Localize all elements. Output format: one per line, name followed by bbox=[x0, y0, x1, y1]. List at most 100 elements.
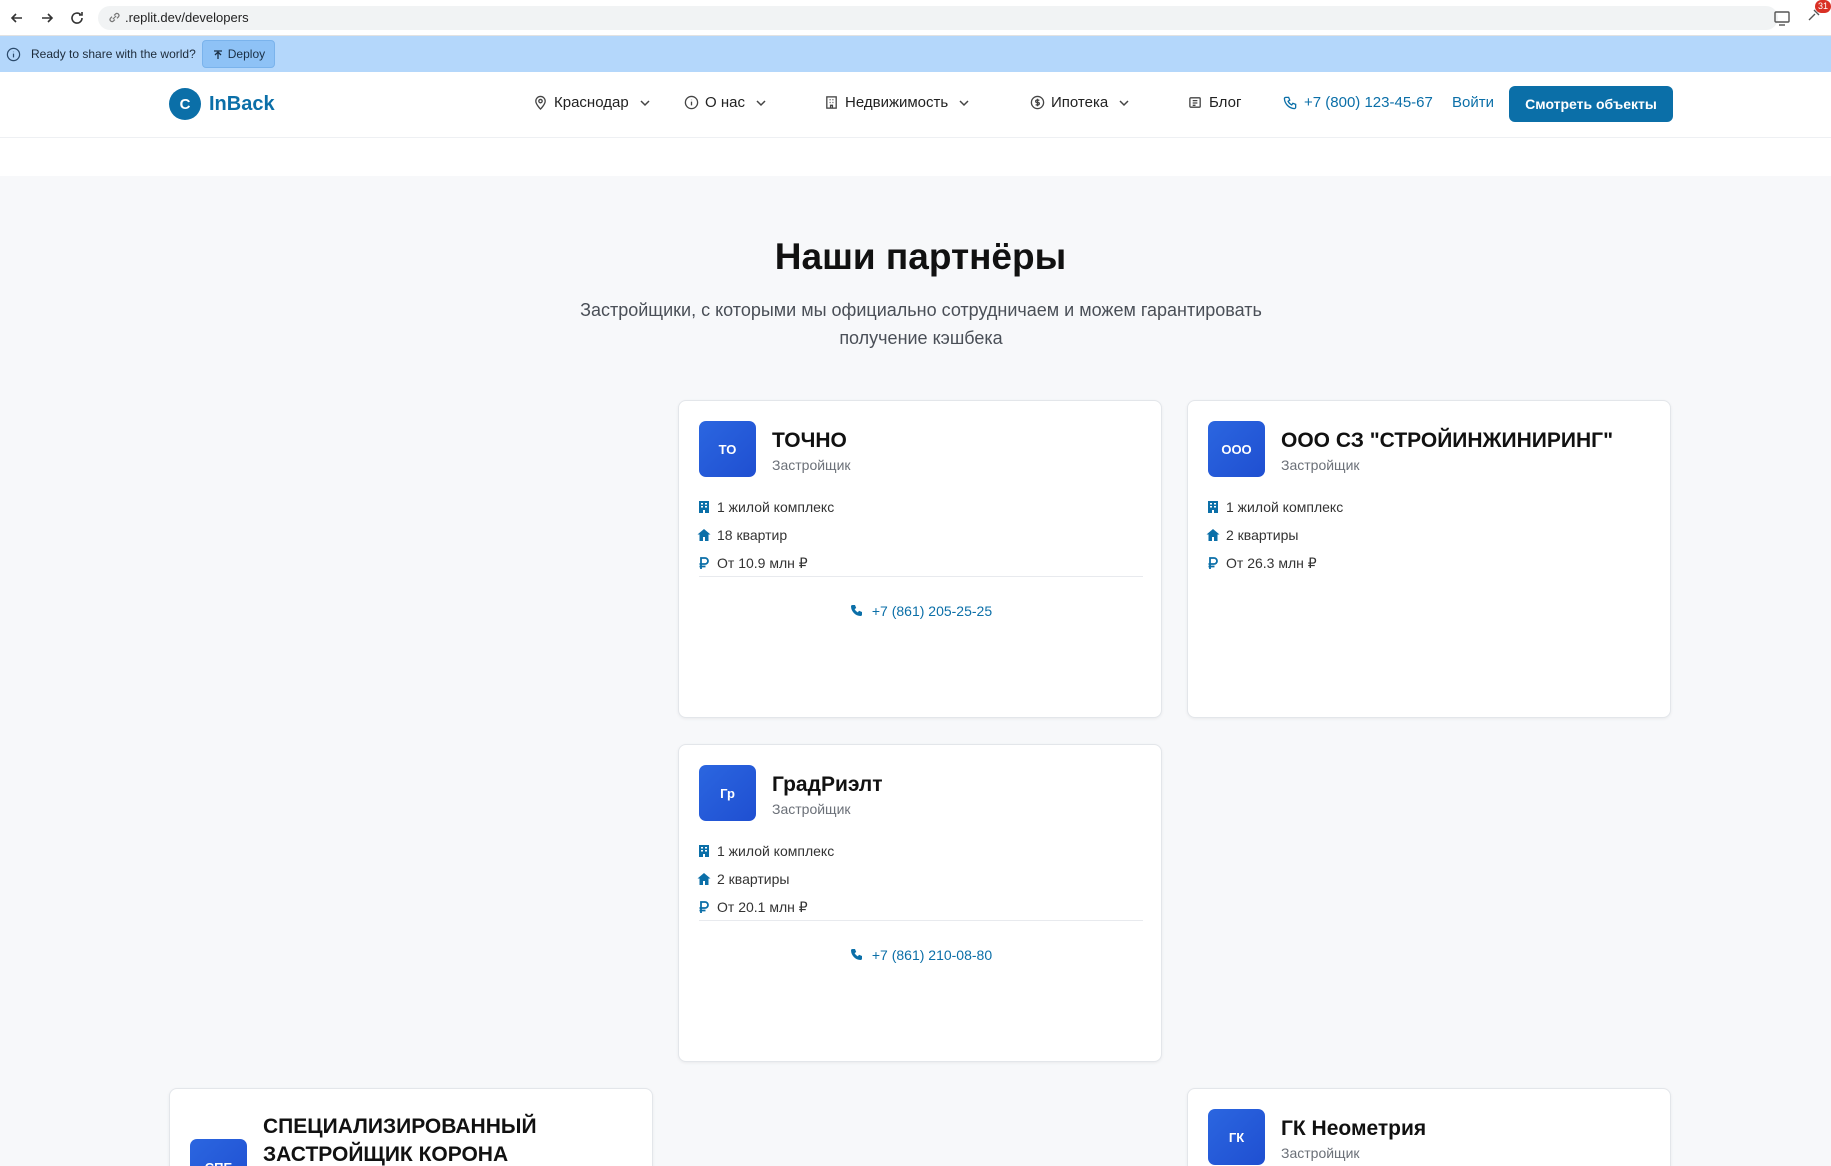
chevron-down-icon bbox=[959, 99, 969, 106]
apartments-value: 18 квартир bbox=[717, 527, 788, 543]
developer-type: Застройщик bbox=[772, 801, 851, 817]
developer-card[interactable]: СПЕ СПЕЦИАЛИЗИРОВАННЫЙ ЗАСТРОЙЩИК КОРОНА bbox=[169, 1088, 653, 1166]
building-icon bbox=[826, 96, 837, 109]
cast-icon[interactable] bbox=[1773, 9, 1791, 27]
developer-stats: 1 жилой комплекс 2 квартиры От 20.1 млн … bbox=[697, 837, 1143, 921]
header-phone-label: +7 (800) 123-45-67 bbox=[1304, 94, 1433, 111]
home-icon bbox=[697, 529, 711, 541]
banner-text: Ready to share with the world? bbox=[31, 47, 196, 61]
price-value: От 10.9 млн ₽ bbox=[717, 554, 808, 571]
phone-icon bbox=[1283, 96, 1297, 110]
extension-badge: 31 bbox=[1814, 0, 1831, 13]
info-icon bbox=[6, 47, 21, 61]
back-icon[interactable] bbox=[4, 5, 30, 31]
developer-card[interactable]: ТО ТОЧНО Застройщик 1 жилой комплекс 18 … bbox=[678, 400, 1162, 718]
building-icon bbox=[699, 845, 709, 857]
developer-name: ГК Неометрия bbox=[1281, 1117, 1427, 1140]
price-value: От 26.3 млн ₽ bbox=[1226, 554, 1317, 571]
developer-avatar: Гр bbox=[699, 765, 756, 821]
nav-about[interactable]: О нас bbox=[684, 94, 767, 111]
login-link[interactable]: Войти bbox=[1452, 94, 1494, 111]
nav-realty-label: Недвижимость bbox=[845, 94, 949, 111]
deploy-label: Deploy bbox=[227, 47, 266, 61]
developer-card[interactable]: ГК ГК Неометрия Застройщик bbox=[1187, 1088, 1671, 1166]
developer-name: ГрадРиэлт bbox=[772, 773, 883, 796]
developer-name: ООО СЗ "СТРОЙИНЖИНИРИНГ" bbox=[1281, 429, 1614, 452]
card-divider bbox=[699, 920, 1143, 921]
phone-icon bbox=[850, 605, 862, 616]
nav-realty[interactable]: Недвижимость bbox=[824, 94, 970, 111]
ruble-icon bbox=[699, 901, 709, 913]
newspaper-icon bbox=[1189, 97, 1201, 108]
site-header: C InBack Краснодар О нас Недвижимость Ип… bbox=[0, 72, 1831, 138]
complexes-stat: 1 жилой комплекс bbox=[697, 493, 1143, 521]
home-icon bbox=[1206, 529, 1220, 541]
price-stat: От 10.9 млн ₽ bbox=[697, 549, 1143, 577]
dollar-icon bbox=[1030, 95, 1045, 110]
developer-stats: 1 жилой комплекс 2 квартиры От 26.3 млн … bbox=[1206, 493, 1652, 577]
chevron-down-icon bbox=[756, 99, 766, 106]
developer-avatar: СПЕ bbox=[190, 1139, 247, 1166]
complexes-value: 1 жилой комплекс bbox=[717, 499, 835, 515]
reload-icon[interactable] bbox=[64, 5, 90, 31]
site-info-icon[interactable] bbox=[108, 11, 121, 24]
developer-phone: +7 (861) 210-08-80 bbox=[871, 947, 993, 963]
developer-type: Застройщик bbox=[772, 457, 851, 473]
deploy-banner: Ready to share with the world? Deploy bbox=[0, 36, 1831, 72]
forward-icon[interactable] bbox=[34, 5, 60, 31]
nav-city-label: Краснодар bbox=[554, 94, 629, 111]
page-subtitle: Застройщики, с которыми мы официально со… bbox=[556, 296, 1286, 352]
info-icon bbox=[684, 95, 699, 110]
header-phone-link[interactable]: +7 (800) 123-45-67 bbox=[1283, 94, 1433, 111]
developer-avatar: ООО bbox=[1208, 421, 1265, 477]
developer-phone-link[interactable]: +7 (861) 210-08-80 bbox=[679, 947, 1163, 963]
deploy-button[interactable]: Deploy bbox=[201, 40, 276, 68]
complexes-stat: 1 жилой комплекс bbox=[697, 837, 1143, 865]
developer-type: Застройщик bbox=[1281, 1145, 1360, 1161]
apartments-stat: 2 квартиры bbox=[1206, 521, 1652, 549]
developer-type: Застройщик bbox=[1281, 457, 1360, 473]
complexes-value: 1 жилой комплекс bbox=[1226, 499, 1344, 515]
nav-mortgage-label: Ипотека bbox=[1051, 94, 1109, 111]
building-icon bbox=[699, 501, 709, 513]
nav-city-selector[interactable]: Краснодар bbox=[533, 94, 651, 111]
complexes-value: 1 жилой комплекс bbox=[717, 843, 835, 859]
home-icon bbox=[697, 873, 711, 885]
chevron-down-icon bbox=[1119, 99, 1129, 106]
developer-card[interactable]: ООО ООО СЗ "СТРОЙИНЖИНИРИНГ" Застройщик … bbox=[1187, 400, 1671, 718]
developer-phone-link[interactable]: +7 (861) 205-25-25 bbox=[679, 603, 1163, 619]
developer-avatar: ГК bbox=[1208, 1109, 1265, 1165]
price-stat: От 20.1 млн ₽ bbox=[697, 893, 1143, 921]
developer-card[interactable]: Гр ГрадРиэлт Застройщик 1 жилой комплекс… bbox=[678, 744, 1162, 1062]
extension-button[interactable]: 31 bbox=[1805, 0, 1831, 29]
page-subtitle-line: Застройщики, с которыми мы официально со… bbox=[580, 300, 1262, 320]
apartments-stat: 2 квартиры bbox=[697, 865, 1143, 893]
page-title: Наши партнёры bbox=[774, 236, 1067, 277]
deploy-icon bbox=[213, 50, 222, 59]
ruble-icon bbox=[1208, 557, 1218, 569]
developer-name: СПЕЦИАЛИЗИРОВАННЫЙ bbox=[263, 1115, 537, 1138]
nav-blog-label: Блог bbox=[1209, 94, 1242, 111]
apartments-value: 2 квартиры bbox=[717, 871, 790, 887]
phone-icon bbox=[850, 949, 862, 960]
view-properties-button[interactable]: Смотреть объекты bbox=[1509, 86, 1673, 122]
ruble-icon bbox=[699, 557, 709, 569]
header-spacer bbox=[0, 138, 1831, 176]
nav-blog[interactable]: Блог bbox=[1188, 94, 1241, 111]
address-url: .replit.dev/developers bbox=[125, 10, 249, 25]
map-pin-icon bbox=[535, 95, 546, 110]
page-subtitle-line: получение кэшбека bbox=[839, 328, 1003, 348]
address-bar[interactable]: .replit.dev/developers bbox=[98, 5, 1778, 30]
browser-toolbar: .replit.dev/developers 31 bbox=[0, 0, 1831, 36]
nav-about-label: О нас bbox=[705, 94, 745, 111]
price-value: От 20.1 млн ₽ bbox=[717, 898, 808, 915]
building-icon bbox=[1208, 501, 1218, 513]
complexes-stat: 1 жилой комплекс bbox=[1206, 493, 1652, 521]
developer-avatar: ТО bbox=[699, 421, 756, 477]
developer-name: ТОЧНО bbox=[772, 429, 847, 452]
apartments-value: 2 квартиры bbox=[1226, 527, 1299, 543]
nav-mortgage[interactable]: Ипотека bbox=[1030, 94, 1130, 111]
chevron-down-icon bbox=[640, 99, 650, 106]
developer-phone: +7 (861) 205-25-25 bbox=[871, 603, 993, 619]
developer-name: ЗАСТРОЙЩИК КОРОНА bbox=[263, 1143, 509, 1166]
